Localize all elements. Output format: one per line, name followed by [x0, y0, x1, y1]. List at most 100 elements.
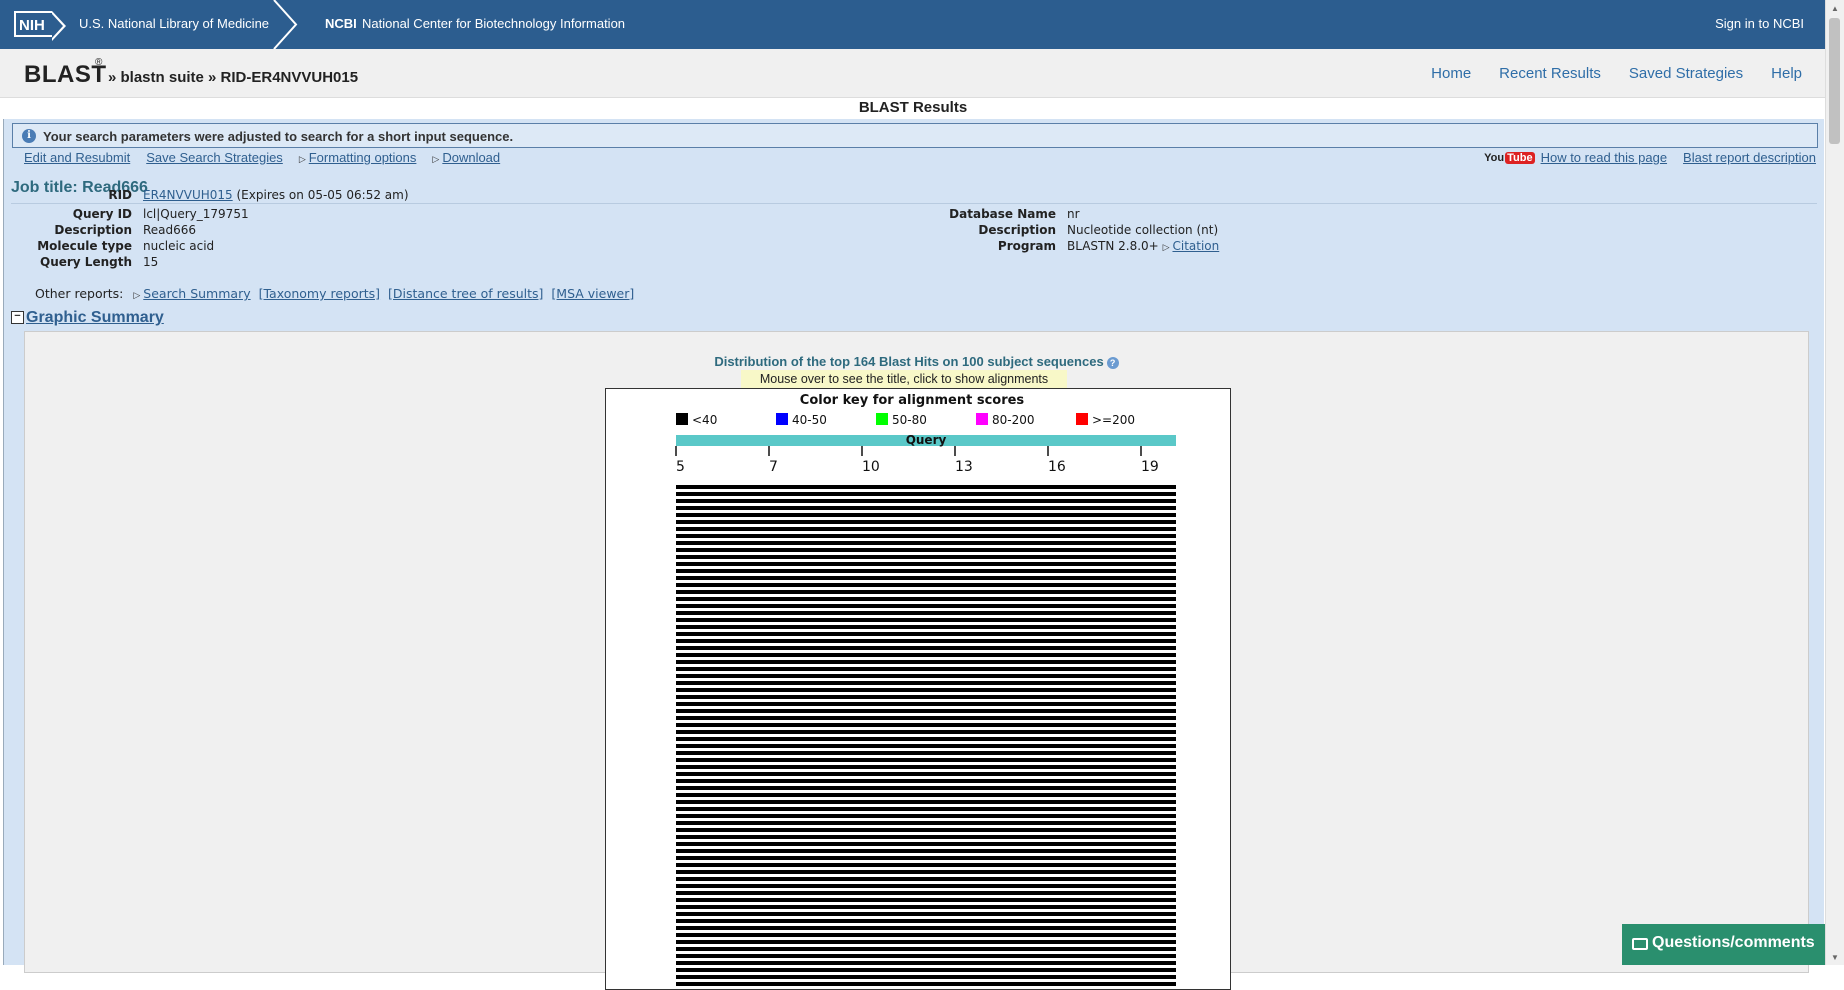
- sign-in-link[interactable]: Sign in to NCBI: [1715, 16, 1804, 31]
- hit-bar[interactable]: [676, 653, 1176, 657]
- hit-bar[interactable]: [676, 842, 1176, 846]
- hit-bar[interactable]: [676, 709, 1176, 713]
- hit-bar[interactable]: [676, 982, 1176, 986]
- hit-bar[interactable]: [676, 667, 1176, 671]
- hit-bar[interactable]: [676, 492, 1176, 496]
- nav-saved-strategies[interactable]: Saved Strategies: [1629, 65, 1743, 82]
- alignment-graphic[interactable]: Color key for alignment scores <40 40-50 5…: [605, 388, 1231, 990]
- hit-bar[interactable]: [676, 926, 1176, 930]
- hit-bar[interactable]: [676, 905, 1176, 909]
- hit-bar[interactable]: [676, 751, 1176, 755]
- hit-bar[interactable]: [676, 674, 1176, 678]
- hit-bar[interactable]: [676, 702, 1176, 706]
- questions-comments-button[interactable]: Questions/comments: [1622, 924, 1826, 965]
- how-to-read-link[interactable]: How to read this page: [1541, 150, 1667, 165]
- hit-bar[interactable]: [676, 975, 1176, 979]
- hit-bar[interactable]: [676, 534, 1176, 538]
- nav-recent-results[interactable]: Recent Results: [1499, 65, 1601, 82]
- citation-link[interactable]: Citation: [1172, 239, 1219, 253]
- hit-bar[interactable]: [676, 506, 1176, 510]
- hit-bar[interactable]: [676, 793, 1176, 797]
- hit-bar[interactable]: [676, 499, 1176, 503]
- hit-bar[interactable]: [676, 611, 1176, 615]
- hit-bar[interactable]: [676, 520, 1176, 524]
- search-summary-link[interactable]: Search Summary: [143, 286, 250, 301]
- hit-bar[interactable]: [676, 730, 1176, 734]
- hit-bar[interactable]: [676, 576, 1176, 580]
- hit-bar[interactable]: [676, 807, 1176, 811]
- hit-bar[interactable]: [676, 744, 1176, 748]
- hit-bar[interactable]: [676, 604, 1176, 608]
- hit-bar[interactable]: [676, 723, 1176, 727]
- hit-bar[interactable]: [676, 919, 1176, 923]
- hit-bar[interactable]: [676, 856, 1176, 860]
- hit-bar[interactable]: [676, 772, 1176, 776]
- hit-bar[interactable]: [676, 961, 1176, 965]
- hit-bar[interactable]: [676, 632, 1176, 636]
- taxonomy-reports-link[interactable]: [Taxonomy reports]: [259, 286, 380, 301]
- scrollbar-thumb[interactable]: [1829, 18, 1840, 144]
- ncbi-abbr[interactable]: NCBI: [325, 16, 357, 31]
- hit-bars[interactable]: [676, 485, 1176, 986]
- hit-bar[interactable]: [676, 849, 1176, 853]
- hit-bar[interactable]: [676, 660, 1176, 664]
- hit-bar[interactable]: [676, 912, 1176, 916]
- help-icon[interactable]: ?: [1106, 356, 1119, 369]
- report-description-link[interactable]: Blast report description: [1683, 150, 1816, 165]
- hit-bar[interactable]: [676, 821, 1176, 825]
- msa-viewer-link[interactable]: [MSA viewer]: [551, 286, 634, 301]
- hit-bar[interactable]: [676, 898, 1176, 902]
- hit-bar[interactable]: [676, 765, 1176, 769]
- hit-bar[interactable]: [676, 814, 1176, 818]
- hit-bar[interactable]: [676, 891, 1176, 895]
- hit-bar[interactable]: [676, 527, 1176, 531]
- hit-bar[interactable]: [676, 786, 1176, 790]
- nav-help[interactable]: Help: [1771, 65, 1802, 82]
- distance-tree-link[interactable]: [Distance tree of results]: [388, 286, 543, 301]
- scroll-up-icon[interactable]: ▲: [1831, 4, 1839, 13]
- hit-bar[interactable]: [676, 625, 1176, 629]
- hit-bar[interactable]: [676, 513, 1176, 517]
- download-link[interactable]: Download: [442, 150, 500, 165]
- collapse-icon[interactable]: −: [11, 311, 24, 325]
- hit-bar[interactable]: [676, 583, 1176, 587]
- hit-bar[interactable]: [676, 555, 1176, 559]
- hit-bar[interactable]: [676, 590, 1176, 594]
- hit-bar[interactable]: [676, 569, 1176, 573]
- hit-bar[interactable]: [676, 870, 1176, 874]
- hit-bar[interactable]: [676, 562, 1176, 566]
- ncbi-link[interactable]: National Center for Biotechnology Inform…: [362, 16, 625, 31]
- hit-bar[interactable]: [676, 933, 1176, 937]
- hit-bar[interactable]: [676, 954, 1176, 958]
- hit-bar[interactable]: [676, 548, 1176, 552]
- hit-bar[interactable]: [676, 639, 1176, 643]
- hit-bar[interactable]: [676, 695, 1176, 699]
- hit-bar[interactable]: [676, 828, 1176, 832]
- nav-home[interactable]: Home: [1431, 65, 1471, 82]
- nih-logo[interactable]: NIH: [14, 11, 66, 41]
- hit-bar[interactable]: [676, 688, 1176, 692]
- scroll-down-icon[interactable]: ▼: [1831, 953, 1839, 962]
- hit-bar[interactable]: [676, 597, 1176, 601]
- rid-link[interactable]: ER4NVVUH015: [143, 188, 233, 202]
- hit-bar[interactable]: [676, 618, 1176, 622]
- hit-bar[interactable]: [676, 863, 1176, 867]
- hit-bar[interactable]: [676, 940, 1176, 944]
- formatting-options-link[interactable]: Formatting options: [309, 150, 417, 165]
- hit-bar[interactable]: [676, 541, 1176, 545]
- hit-bar[interactable]: [676, 947, 1176, 951]
- hit-bar[interactable]: [676, 681, 1176, 685]
- nlm-link[interactable]: U.S. National Library of Medicine: [79, 16, 269, 31]
- hit-bar[interactable]: [676, 968, 1176, 972]
- youtube-icon[interactable]: You Tube: [1484, 151, 1535, 164]
- hit-bar[interactable]: [676, 835, 1176, 839]
- hit-bar[interactable]: [676, 716, 1176, 720]
- save-strategies-link[interactable]: Save Search Strategies: [146, 150, 283, 165]
- hit-bar[interactable]: [676, 758, 1176, 762]
- hit-bar[interactable]: [676, 646, 1176, 650]
- hit-bar[interactable]: [676, 485, 1176, 489]
- hit-bar[interactable]: [676, 884, 1176, 888]
- edit-resubmit-link[interactable]: Edit and Resubmit: [24, 150, 130, 165]
- graphic-summary-link[interactable]: Graphic Summary: [26, 309, 164, 326]
- hit-bar[interactable]: [676, 779, 1176, 783]
